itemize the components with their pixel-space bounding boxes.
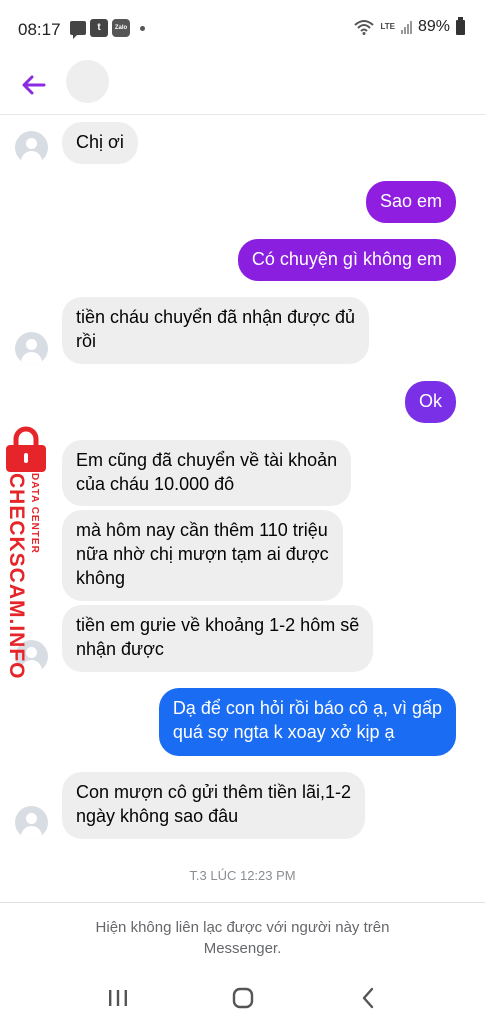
padlock-icon — [6, 426, 46, 472]
contact-avatar[interactable] — [66, 60, 109, 103]
more-notifications-dot-icon — [140, 25, 145, 31]
message-bubble-incoming[interactable]: tiền em gưie về khoảng 1-2 hôm sẽ nhận đ… — [62, 605, 374, 672]
unavailable-notice: Hiện không liên lạc được với người này t… — [95, 919, 390, 957]
watermark-subtitle: DATA CENTER — [29, 473, 40, 554]
chat-notification-icon — [70, 21, 86, 39]
status-time: 08:17 — [18, 20, 61, 39]
conversation-header — [0, 60, 485, 115]
message-bubble-incoming[interactable]: Con mượn cô gửi thêm tiền lãi,1-2 ngày k… — [62, 772, 366, 839]
sender-avatar — [15, 332, 48, 365]
signal-strength-icon — [400, 20, 412, 34]
message-timestamp: T.3 LÚC 12:23 PM — [189, 868, 296, 883]
message-bubble-incoming[interactable]: Chị ơi — [62, 122, 138, 164]
network-type-label: LTE — [380, 22, 395, 31]
watermark-brand: CHECKSCAM.INFO — [5, 473, 28, 680]
back-chevron-icon[interactable] — [353, 984, 385, 1012]
message-bubble-incoming[interactable]: mà hôm nay cần thêm 110 triệu nữa nhờ ch… — [62, 510, 343, 601]
battery-percent: 89% — [417, 18, 450, 35]
sender-avatar — [15, 131, 48, 164]
recent-apps-icon[interactable] — [102, 984, 134, 1012]
app-notification-icon: t — [90, 19, 108, 37]
arrow-left-icon[interactable] — [18, 69, 50, 101]
message-bubble-outgoing[interactable]: Sao em — [365, 181, 456, 223]
sender-avatar — [15, 806, 48, 839]
system-navigation-bar — [0, 974, 485, 1024]
zalo-notification-icon: Zalo — [112, 19, 130, 37]
wifi-icon — [354, 20, 375, 35]
unavailable-notice-bar: Hiện không liên lạc được với người này t… — [0, 902, 485, 974]
watermark: CHECKSCAM.INFO DATA CENTER — [0, 425, 58, 680]
message-bubble-incoming[interactable]: tiền cháu chuyển đã nhận được đủ rồi — [62, 297, 370, 364]
notification-icons: t Zalo — [70, 19, 145, 39]
battery-icon — [456, 16, 465, 35]
message-bubble-outgoing[interactable]: Ok — [404, 381, 456, 423]
system-indicators: LTE 89% — [354, 16, 465, 36]
status-bar: 08:17 t Zalo LTE 89% — [0, 0, 485, 60]
home-icon[interactable] — [227, 984, 259, 1012]
message-bubble-incoming[interactable]: Em cũng đã chuyển về tài khoản của cháu … — [62, 440, 352, 506]
message-bubble-outgoing[interactable]: Có chuyện gì không em — [237, 239, 456, 281]
message-bubble-outgoing[interactable]: Dạ để con hỏi rồi báo cô ạ, vì gấp quá s… — [158, 688, 456, 756]
